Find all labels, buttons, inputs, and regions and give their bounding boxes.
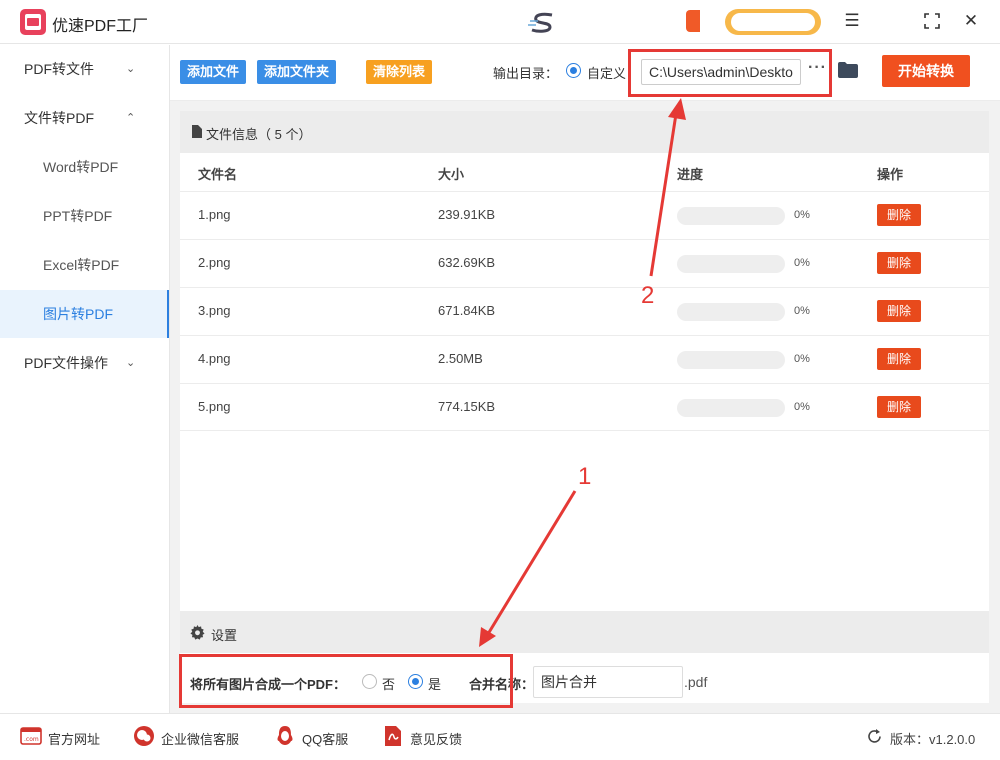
file-info-panel: 文件信息（ 5 个） 文件名 大小 进度 操作 1.png 239.91KB 0… xyxy=(180,111,989,611)
custom-dir-label: 自定义 xyxy=(587,66,627,81)
sidebar-item-word-to-pdf[interactable]: Word转PDF xyxy=(0,143,169,191)
gear-icon xyxy=(190,625,205,640)
sidebar-item-excel-to-pdf[interactable]: Excel转PDF xyxy=(0,241,169,289)
delete-button[interactable]: 删除 xyxy=(877,204,921,226)
sidebar-item-file-to-pdf[interactable]: 文件转PDF ⌃ xyxy=(0,94,169,142)
column-header-progress: 进度 xyxy=(677,167,704,182)
custom-dir-radio[interactable] xyxy=(566,63,581,78)
file-size: 2.50MB xyxy=(438,351,483,366)
annotation-box-output-path xyxy=(628,49,832,97)
feedback-link[interactable]: 意见反馈 xyxy=(410,729,462,748)
progress-bar xyxy=(677,255,785,273)
merge-name-input[interactable] xyxy=(533,666,683,698)
column-header-name: 文件名 xyxy=(198,167,238,182)
sidebar-item-label: Excel转PDF xyxy=(43,257,120,273)
output-dir-label: 输出目录： xyxy=(493,66,559,81)
delete-button[interactable]: 删除 xyxy=(877,396,921,418)
wechat-service-icon xyxy=(134,726,154,746)
add-folder-button[interactable]: 添加文件夹 xyxy=(257,60,337,84)
app-title: 优速PDF工厂 xyxy=(52,18,149,35)
progress-percent: 0% xyxy=(794,353,810,365)
add-file-button[interactable]: 添加文件 xyxy=(180,60,247,84)
file-name: 1.png xyxy=(198,207,231,222)
settings-header: 设置 xyxy=(180,611,989,653)
feedback-icon xyxy=(385,726,401,746)
notification-badge[interactable] xyxy=(686,10,700,32)
table-row: 3.png 671.84KB 0% 删除 xyxy=(180,287,989,335)
file-name: 2.png xyxy=(198,255,231,270)
progress-bar xyxy=(677,351,785,369)
title-bar: 优速PDF工厂 ☰ ✕ xyxy=(0,0,1000,44)
table-row: 2.png 632.69KB 0% 删除 xyxy=(180,239,989,287)
file-size: 632.69KB xyxy=(438,255,496,270)
sidebar-item-label: Word转PDF xyxy=(43,159,119,175)
sidebar-item-label: 文件转PDF xyxy=(24,110,94,126)
file-info-title: 文件信息（ 5 个） xyxy=(206,127,312,142)
chevron-up-icon: ⌃ xyxy=(126,112,136,124)
file-info-header: 文件信息（ 5 个） xyxy=(180,111,989,153)
sidebar-item-label: PPT转PDF xyxy=(43,208,113,224)
delete-button[interactable]: 删除 xyxy=(877,252,921,274)
table-row: 5.png 774.15KB 0% 删除 xyxy=(180,383,989,431)
annotation-number-1: 1 xyxy=(578,463,592,490)
progress-bar xyxy=(677,303,785,321)
close-icon[interactable]: ✕ xyxy=(962,12,980,30)
start-convert-button[interactable]: 开始转换 xyxy=(882,55,970,87)
progress-bar xyxy=(677,207,785,225)
chevron-down-icon: ⌄ xyxy=(126,63,136,75)
sidebar-item-ppt-to-pdf[interactable]: PPT转PDF xyxy=(0,192,169,240)
footer: .com 官方网址 企业微信客服 QQ客服 意见反馈 版本：v1.2.0.0 xyxy=(0,713,1000,760)
qq-service-link[interactable]: QQ客服 xyxy=(302,729,348,748)
column-header-action: 操作 xyxy=(877,167,904,182)
file-name: 5.png xyxy=(198,399,231,414)
column-header-size: 大小 xyxy=(438,167,465,182)
progress-percent: 0% xyxy=(794,401,810,413)
delete-button[interactable]: 删除 xyxy=(877,300,921,322)
file-size: 671.84KB xyxy=(438,303,496,318)
qq-icon xyxy=(277,726,293,745)
folder-icon[interactable] xyxy=(838,62,858,78)
table-row: 1.png 239.91KB 0% 删除 xyxy=(180,191,989,239)
sidebar-item-label: PDF转文件 xyxy=(24,61,94,77)
refresh-icon[interactable] xyxy=(866,728,883,745)
delete-button[interactable]: 删除 xyxy=(877,348,921,370)
file-size: 239.91KB xyxy=(438,207,496,222)
svg-text:.com: .com xyxy=(24,736,39,743)
sidebar-item-pdf-operations[interactable]: PDF文件操作 ⌄ xyxy=(0,339,169,387)
annotation-box-merge-setting xyxy=(179,654,513,708)
file-name: 3.png xyxy=(198,303,231,318)
progress-percent: 0% xyxy=(794,257,810,269)
progress-percent: 0% xyxy=(794,305,810,317)
sidebar-item-label: 图片转PDF xyxy=(43,306,113,322)
chevron-down-icon: ⌄ xyxy=(126,357,136,369)
progress-percent: 0% xyxy=(794,209,810,221)
app-logo xyxy=(20,9,46,35)
maximize-icon[interactable] xyxy=(924,13,940,29)
sidebar-item-pdf-to-file[interactable]: PDF转文件 ⌄ xyxy=(0,45,169,93)
website-icon: .com xyxy=(20,727,42,745)
toolbar: 添加文件 添加文件夹 清除列表 输出目录： 自定义 ··· 开始转换 xyxy=(170,45,1000,101)
table-row: 4.png 2.50MB 0% 删除 xyxy=(180,335,989,383)
sidebar-item-image-to-pdf[interactable]: 图片转PDF xyxy=(0,290,169,338)
file-size: 774.15KB xyxy=(438,399,496,414)
website-link[interactable]: 官方网址 xyxy=(48,729,100,748)
document-icon xyxy=(192,125,202,138)
settings-title: 设置 xyxy=(211,628,238,643)
menu-icon[interactable]: ☰ xyxy=(843,12,861,30)
pdf-extension-label: .pdf xyxy=(684,674,708,690)
clear-list-button[interactable]: 清除列表 xyxy=(366,60,433,84)
version-label: 版本：v1.2.0.0 xyxy=(890,732,976,747)
progress-bar xyxy=(677,399,785,417)
file-name: 4.png xyxy=(198,351,231,366)
wechat-service-link[interactable]: 企业微信客服 xyxy=(161,729,239,748)
sidebar: PDF转文件 ⌄ 文件转PDF ⌃ Word转PDF PPT转PDF Excel… xyxy=(0,45,170,713)
user-account-pill[interactable] xyxy=(725,9,821,35)
sidebar-item-label: PDF文件操作 xyxy=(24,355,108,371)
brand-logo xyxy=(528,12,553,33)
annotation-number-2: 2 xyxy=(641,282,655,309)
